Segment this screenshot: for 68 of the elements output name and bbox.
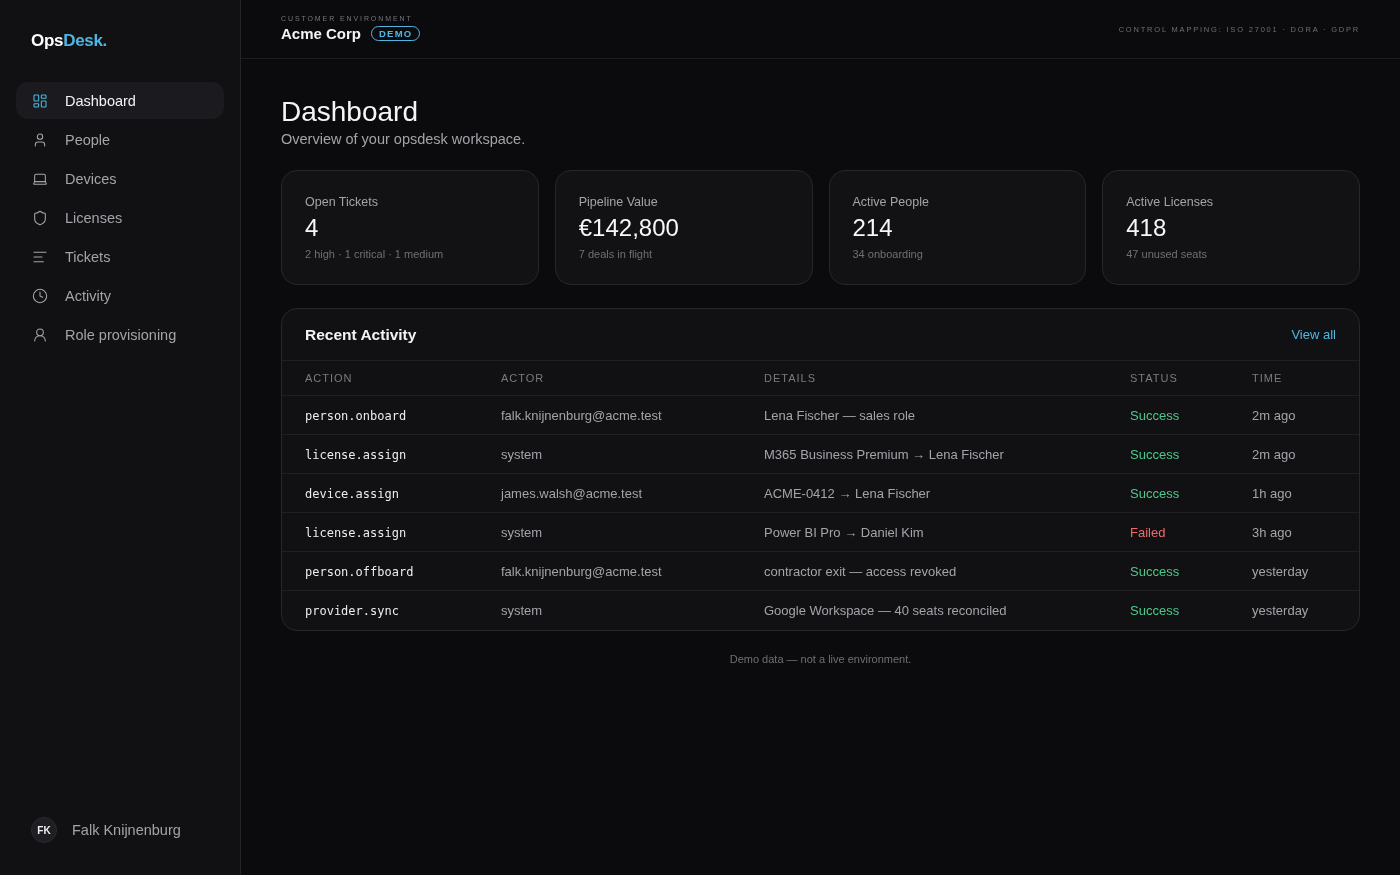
column-header: ACTOR (501, 372, 545, 384)
details-text: Lena Fischer — sales role (764, 407, 915, 423)
time-text: 2m ago (1252, 407, 1296, 423)
time-text: 3h ago (1252, 524, 1292, 540)
dashboard-icon (32, 92, 48, 109)
nav-item[interactable]: Role provisioning (16, 316, 224, 353)
stat-detail: 7 deals in flight (578, 247, 653, 261)
details-text: Google Workspace — 40 seats reconciled (764, 602, 1007, 618)
column-header: ACTION (305, 372, 353, 384)
shield-icon (32, 209, 48, 226)
user-name: Falk Knijnenburg (72, 822, 181, 838)
panel-title: Recent Activity (305, 325, 417, 344)
page-subtitle: Overview of your opsdesk workspace. (281, 130, 526, 149)
actor-text: system (501, 602, 543, 618)
details-text: Power BI Pro → Daniel Kim (764, 524, 924, 540)
status-text: Success (1130, 446, 1180, 462)
stat-value: 214 (852, 214, 893, 242)
action-code: license.assign (305, 525, 407, 540)
actor-text: system (501, 446, 543, 462)
page-title: Dashboard (281, 95, 418, 129)
nav-item[interactable]: Dashboard (16, 82, 224, 119)
time-text: yesterday (1252, 602, 1309, 618)
time-text: 1h ago (1252, 485, 1292, 501)
stat-label: Active Licenses (1126, 194, 1214, 210)
stat-value: 418 (1126, 214, 1167, 242)
person-icon (32, 326, 48, 343)
actor-text: falk.knijnenburg@acme.test (501, 407, 662, 423)
details-text: M365 Business Premium → Lena Fischer (764, 446, 1004, 462)
action-code: device.assign (305, 486, 399, 501)
column-header: STATUS (1130, 372, 1178, 384)
customer-name: Acme Corp (281, 25, 362, 42)
demo-footnote: Demo data — not a live environment. (729, 652, 912, 665)
status-text: Success (1130, 407, 1180, 423)
stat-detail: 2 high · 1 critical · 1 medium (305, 247, 444, 261)
time-text: 2m ago (1252, 446, 1296, 462)
actor-text: system (501, 524, 543, 540)
column-header: DETAILS (764, 372, 817, 384)
stat-value: €142,800 (578, 214, 679, 242)
logo: OpsDesk. (30, 30, 108, 52)
user-avatar[interactable]: FK (31, 817, 57, 843)
stat-label: Active People (852, 194, 929, 210)
action-code: person.onboard (305, 408, 407, 423)
status-text: Success (1130, 485, 1180, 501)
stat-label: Pipeline Value (578, 194, 658, 210)
status-text: Success (1130, 563, 1180, 579)
action-code: license.assign (305, 447, 407, 462)
status-text: Success (1130, 602, 1180, 618)
actor-text: james.walsh@acme.test (501, 485, 643, 501)
details-text: contractor exit — access revoked (764, 563, 957, 579)
nav-item[interactable]: Devices (16, 160, 224, 197)
nav-item[interactable]: Tickets (16, 238, 224, 275)
stat-label: Open Tickets (305, 194, 378, 210)
status-text: Failed (1130, 524, 1166, 540)
time-text: yesterday (1252, 563, 1309, 579)
action-code: provider.sync (305, 603, 399, 618)
stat-detail: 47 unused seats (1126, 247, 1207, 261)
view-all-link[interactable]: View all (1291, 327, 1336, 342)
nav-item[interactable]: Activity (16, 277, 224, 314)
clock-icon (32, 287, 48, 304)
stat-detail: 34 onboarding (852, 247, 923, 261)
details-text: ACME-0412 → Lena Fischer (764, 485, 931, 501)
action-code: person.offboard (305, 564, 414, 579)
nav-item[interactable]: People (16, 121, 224, 158)
stat-value: 4 (305, 214, 319, 242)
person-icon (32, 131, 48, 148)
actor-text: falk.knijnenburg@acme.test (501, 563, 662, 579)
column-header: TIME (1252, 372, 1283, 384)
nav-item[interactable]: Licenses (16, 199, 224, 236)
